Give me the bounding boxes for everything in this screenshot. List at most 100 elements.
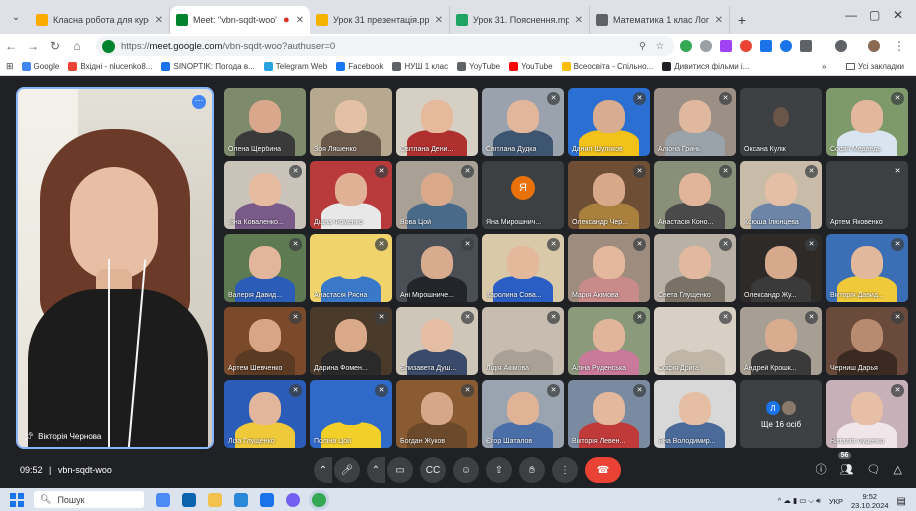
participant-tile[interactable]: Єгор Шаталов ✕ — [482, 380, 564, 448]
maximize-button[interactable]: ▢ — [869, 8, 880, 22]
participant-tile[interactable]: Єлизавета Душ... ✕ — [396, 307, 478, 375]
speaker-more-button[interactable]: ⋯ — [192, 95, 206, 109]
forward-icon[interactable]: → — [22, 39, 44, 53]
participant-tile[interactable]: Анастасія Коно... ✕ — [654, 161, 736, 229]
chat-icon[interactable]: 🗨︎ — [867, 463, 881, 476]
close-tab-icon[interactable]: ✕ — [715, 15, 723, 26]
url-field[interactable]: https://meet.google.com/vbn-sqdt-woo?aut… — [96, 36, 674, 56]
participant-tile[interactable]: Черниш Дарья ✕ — [826, 307, 908, 375]
windows-start-icon[interactable] — [10, 492, 24, 507]
bookmark-item[interactable]: Telegram Web — [263, 62, 327, 71]
emoji-button[interactable]: ☺ — [453, 457, 479, 483]
close-tab-icon[interactable]: ✕ — [155, 15, 163, 26]
people-icon[interactable]: 56 👥︎ — [837, 451, 854, 476]
extensions-puzzle-icon[interactable] — [800, 40, 812, 52]
participant-tile[interactable]: Аліона Гринь ✕ — [654, 88, 736, 156]
participant-tile[interactable]: Поліна Цой ✕ — [310, 380, 392, 448]
participant-tile[interactable]: Оксана Кулік — [740, 88, 822, 156]
participant-tile[interactable]: Каролина Сова... ✕ — [482, 234, 564, 302]
activities-icon[interactable]: △ — [894, 463, 902, 476]
close-tab-icon[interactable]: ✕ — [435, 15, 443, 26]
browser-tab[interactable]: Урок 31. Пояснення.mp4 - Goo ✕ — [450, 6, 590, 34]
participant-tile[interactable]: Ксюша Ілюнцева ✕ — [740, 161, 822, 229]
participant-tile[interactable]: Данил Шуляков ✕ — [568, 88, 650, 156]
participant-tile[interactable]: Дарина Фомен... ✕ — [310, 307, 392, 375]
home-icon[interactable]: ⌂ — [66, 39, 88, 53]
task-view-icon[interactable] — [156, 492, 170, 507]
close-window-button[interactable]: ✕ — [893, 8, 903, 22]
participant-tile[interactable]: Вікторія Давид... ✕ — [826, 234, 908, 302]
more-button[interactable]: ⋮ — [552, 457, 578, 483]
camera-button[interactable]: ▭ — [387, 457, 413, 483]
bookmark-item[interactable]: SINOPTIK: Погода в... — [161, 62, 255, 71]
new-tab-button[interactable]: + — [730, 6, 754, 34]
participant-tile[interactable]: Света Глущенко ✕ — [654, 234, 736, 302]
minimize-button[interactable]: — — [845, 8, 857, 22]
participant-tile[interactable]: Олександр Чер... ✕ — [568, 161, 650, 229]
browser-tab[interactable]: Meet: "vbn-sqdt-woo" ● ✕ — [170, 6, 310, 34]
participant-tile[interactable]: Валерія Давид... ✕ — [224, 234, 306, 302]
participant-tile[interactable]: Аліна Руденська ✕ — [568, 307, 650, 375]
apps-grid-icon[interactable]: ⊞ — [6, 61, 14, 72]
bookmark-item[interactable]: Google — [21, 62, 59, 71]
participant-tile[interactable]: Я Яна Мирошнич... — [482, 161, 564, 229]
extension-pen-icon[interactable] — [720, 40, 732, 52]
speaker-tile[interactable]: ⋯ 📌︎ Вікторія Чернова — [16, 87, 214, 449]
calculator-icon[interactable] — [260, 492, 274, 507]
mic-options-button[interactable]: ⌃ — [314, 457, 332, 483]
store-icon[interactable] — [234, 492, 248, 507]
mic-button[interactable]: 🎤︎ — [334, 457, 360, 483]
participant-tile[interactable]: Богдан Жуков ✕ — [396, 380, 478, 448]
bookmark-item[interactable]: Дивитися фільми і... — [662, 62, 749, 71]
participant-tile[interactable]: Олена Щербина — [224, 88, 306, 156]
chrome-icon[interactable] — [312, 492, 326, 507]
participant-tile[interactable]: Світлана Дудка ✕ — [482, 88, 564, 156]
file-explorer-icon[interactable] — [208, 492, 222, 507]
raise-hand-button[interactable]: ✋︎ — [519, 457, 545, 483]
language-indicator[interactable]: УКР — [829, 497, 843, 506]
camera-options-button[interactable]: ⌃ — [367, 457, 385, 483]
extension-translate-icon[interactable] — [760, 40, 772, 52]
participant-tile[interactable]: Олександр Жу... ✕ — [740, 234, 822, 302]
browser-tab[interactable]: Урок 31 презентація.pptx - Go ✕ — [310, 6, 450, 34]
browser-tab[interactable]: Математика 1 клас Логачевсь ✕ — [590, 6, 730, 34]
bookmarks-more-button[interactable]: » — [822, 62, 826, 71]
participant-tile[interactable]: Зоя Ляшенко — [310, 88, 392, 156]
participant-tile[interactable]: Наталія Луценко ✕ — [826, 380, 908, 448]
back-icon[interactable]: ← — [0, 39, 22, 53]
viber-icon[interactable] — [286, 492, 300, 507]
participant-tile[interactable]: Світлана Дени... — [396, 88, 478, 156]
participant-tile[interactable]: Андрей Крошк... ✕ — [740, 307, 822, 375]
participant-tile[interactable]: Діана Фоменко ✕ — [310, 161, 392, 229]
tray-icons[interactable]: ^ ☁ ▮ ▭ ⌵ 🔊︎ — [778, 496, 821, 506]
bookmark-star-icon[interactable]: ☆ — [655, 41, 664, 52]
reload-icon[interactable]: ↻ — [44, 39, 66, 53]
close-tab-icon[interactable]: ✕ — [296, 15, 304, 26]
extension-shield-icon[interactable] — [680, 40, 692, 52]
bookmark-item[interactable]: Facebook — [336, 62, 383, 71]
participant-tile[interactable]: Лідія Акімова ✕ — [482, 307, 564, 375]
all-bookmarks-button[interactable]: Усі закладки — [846, 62, 904, 71]
bookmark-item[interactable]: YouTube — [509, 62, 553, 71]
clock[interactable]: 9:52 23.10.2024 — [851, 492, 889, 510]
participant-tile[interactable]: Ані Мірошниче... ✕ — [396, 234, 478, 302]
participant-tile[interactable]: Анастасія Рясна ✕ — [310, 234, 392, 302]
participant-tile[interactable]: Вікторія Левен... ✕ — [568, 380, 650, 448]
participant-tile[interactable]: Артем Яковенко ✕ — [826, 161, 908, 229]
bookmark-item[interactable]: НУШ 1 клас — [392, 62, 448, 71]
extension-blue-dot-icon[interactable] — [780, 40, 792, 52]
site-info-icon[interactable] — [102, 39, 115, 53]
captions-button[interactable]: CC — [420, 457, 446, 483]
taskbar-search[interactable]: 🔍︎ Пошук — [34, 491, 144, 508]
more-participants-tile[interactable]: Л Ще 16 осіб — [740, 380, 822, 448]
participant-tile[interactable]: Яна Володимир... — [654, 380, 736, 448]
edge-icon[interactable] — [182, 492, 196, 507]
adblock-icon[interactable] — [740, 40, 752, 52]
participant-tile[interactable]: Марія Акімова ✕ — [568, 234, 650, 302]
participant-tile[interactable]: Ліза Глущенко ✕ — [224, 380, 306, 448]
participant-tile[interactable]: Вова Цой ✕ — [396, 161, 478, 229]
browser-tab[interactable]: Класна робота для курсу "1 кл ✕ — [30, 6, 170, 34]
extension-grey-icon[interactable] — [700, 40, 712, 52]
participant-tile[interactable]: Софія Медведь ✕ — [826, 88, 908, 156]
bookmark-item[interactable]: YoуTube — [457, 62, 500, 71]
